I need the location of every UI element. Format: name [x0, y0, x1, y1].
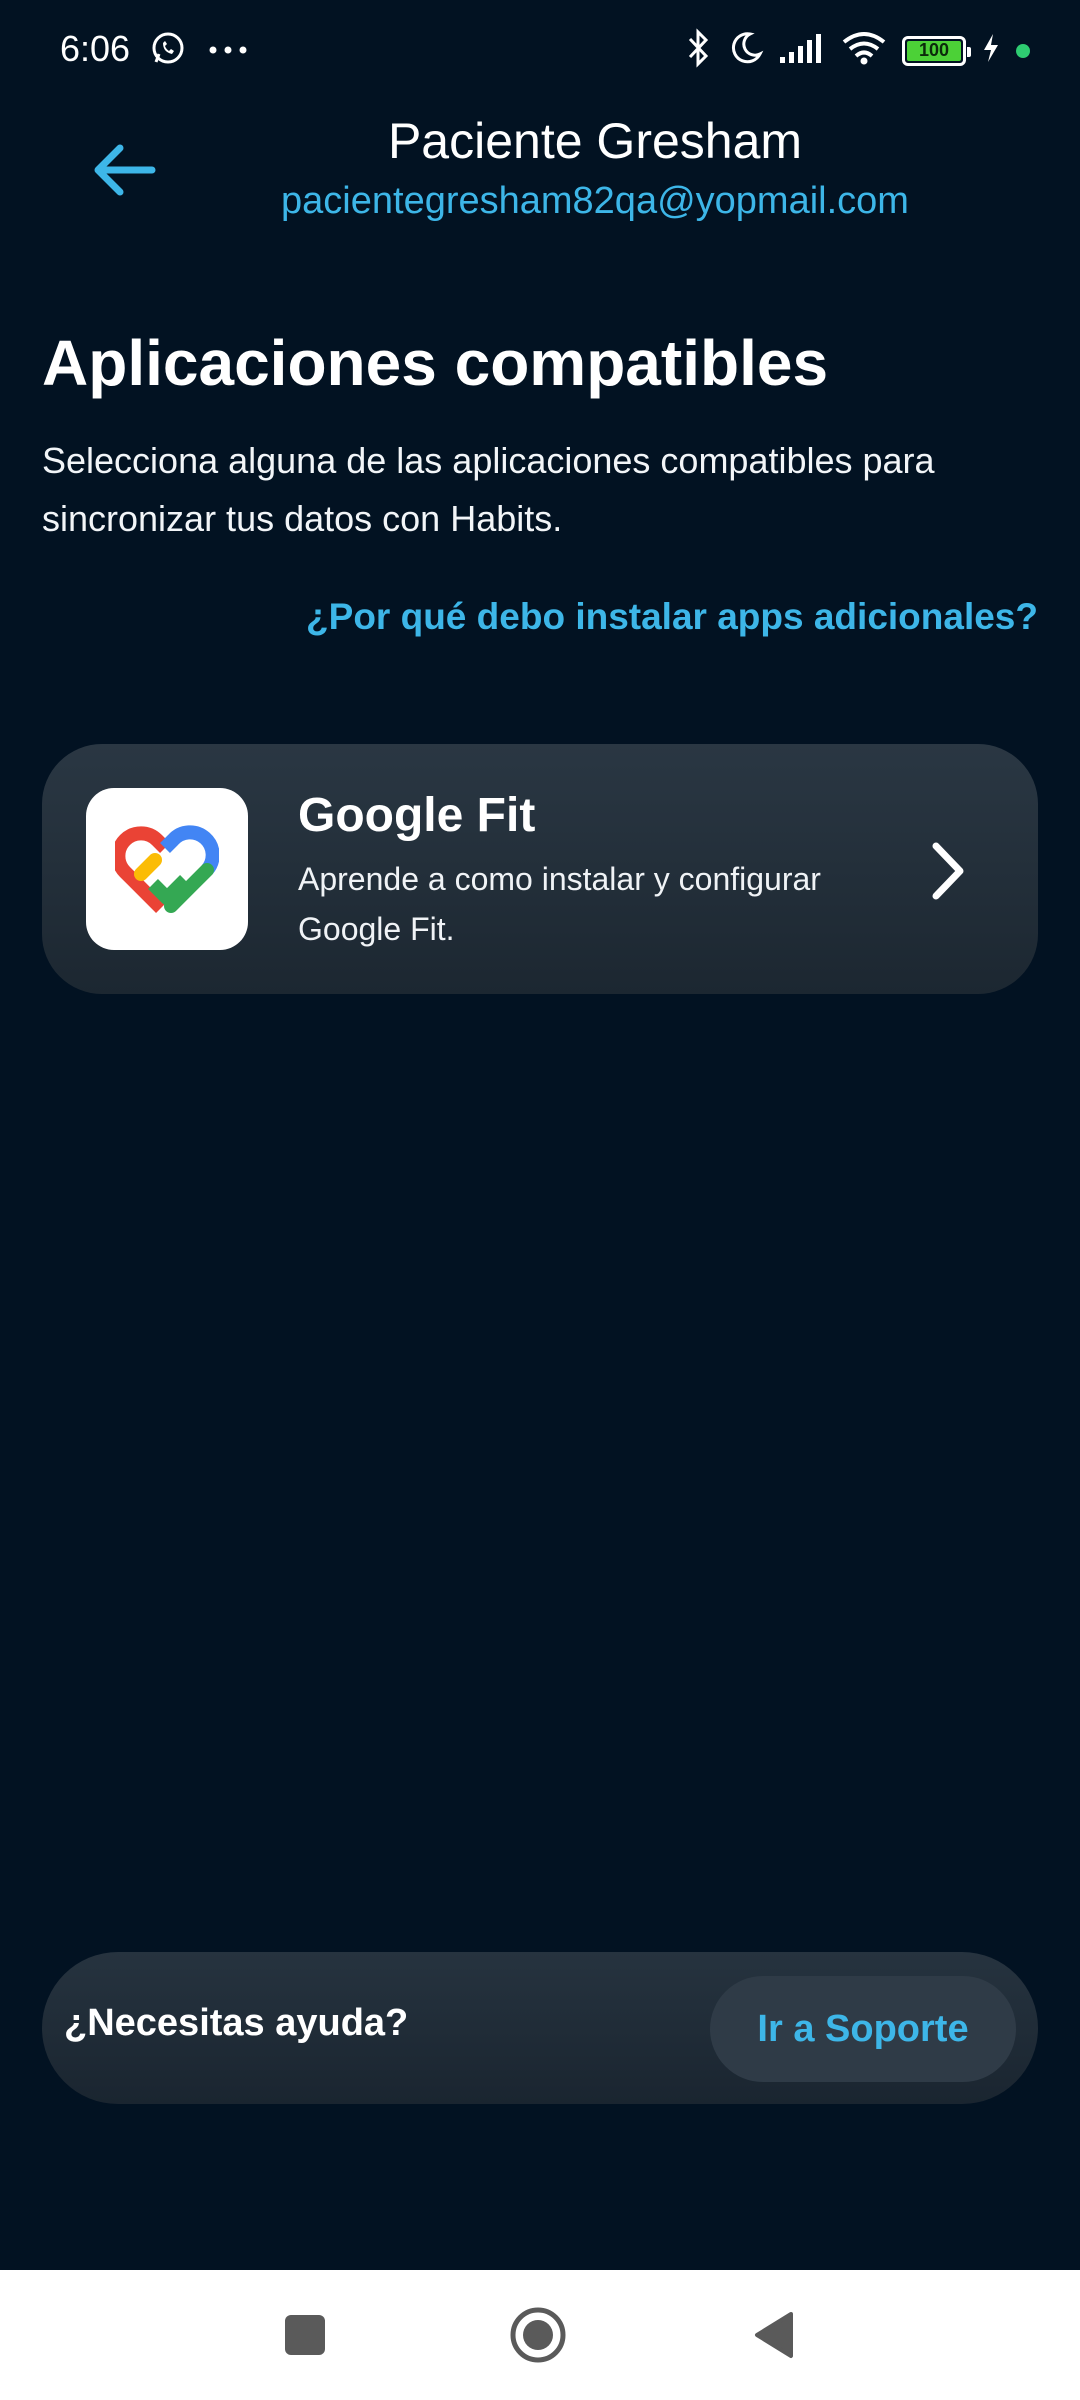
- help-card: ¿Necesitas ayuda? Ir a Soporte: [42, 1952, 1038, 2104]
- header-title: Paciente Gresham: [387, 113, 803, 169]
- whatsapp-icon: [150, 30, 186, 71]
- bluetooth-icon: [686, 28, 712, 73]
- status-bar: 6:06 100: [0, 0, 1080, 100]
- square-icon: [285, 2315, 325, 2355]
- screen: 6:06 100 Paciente Gresham pacientegresha…: [0, 0, 1080, 2400]
- camera-indicator-dot: [1016, 43, 1030, 58]
- status-time: 6:06: [60, 28, 131, 69]
- page-description: Selecciona alguna de las aplicaciones co…: [42, 440, 935, 539]
- why-install-link[interactable]: ¿Por qué debo instalar apps adicionales?: [306, 596, 1038, 638]
- navigation-bar: [0, 2270, 1080, 2400]
- signal-icon: [780, 33, 826, 68]
- charging-icon: [982, 33, 1000, 68]
- more-dots-icon: [208, 42, 248, 60]
- google-fit-card[interactable]: Google Fit Aprende a como instalar y con…: [42, 744, 1038, 994]
- recents-button[interactable]: [270, 2300, 340, 2370]
- home-button[interactable]: [503, 2300, 573, 2370]
- wifi-icon: [842, 31, 886, 70]
- moon-icon: [728, 30, 764, 71]
- go-to-support-button[interactable]: Ir a Soporte: [710, 1976, 1016, 2082]
- chevron-right-icon: [932, 842, 964, 900]
- header-email: pacientegresham82qa@yopmail.com: [281, 180, 909, 222]
- battery-level: 100: [907, 40, 961, 61]
- app-name: Google Fit: [298, 789, 536, 842]
- google-fit-icon: [86, 788, 248, 950]
- battery-icon: 100: [902, 35, 971, 66]
- status-right: 100: [686, 28, 1030, 73]
- help-question: ¿Necesitas ayuda?: [64, 2002, 409, 2044]
- circle-icon: [510, 2307, 566, 2363]
- page-title: Aplicaciones compatibles: [42, 327, 829, 399]
- back-nav-button[interactable]: [738, 2300, 808, 2370]
- app-description: Aprende a como instalar y configurar Goo…: [298, 861, 821, 947]
- triangle-back-icon: [755, 2312, 793, 2358]
- status-left-icons: [150, 30, 248, 71]
